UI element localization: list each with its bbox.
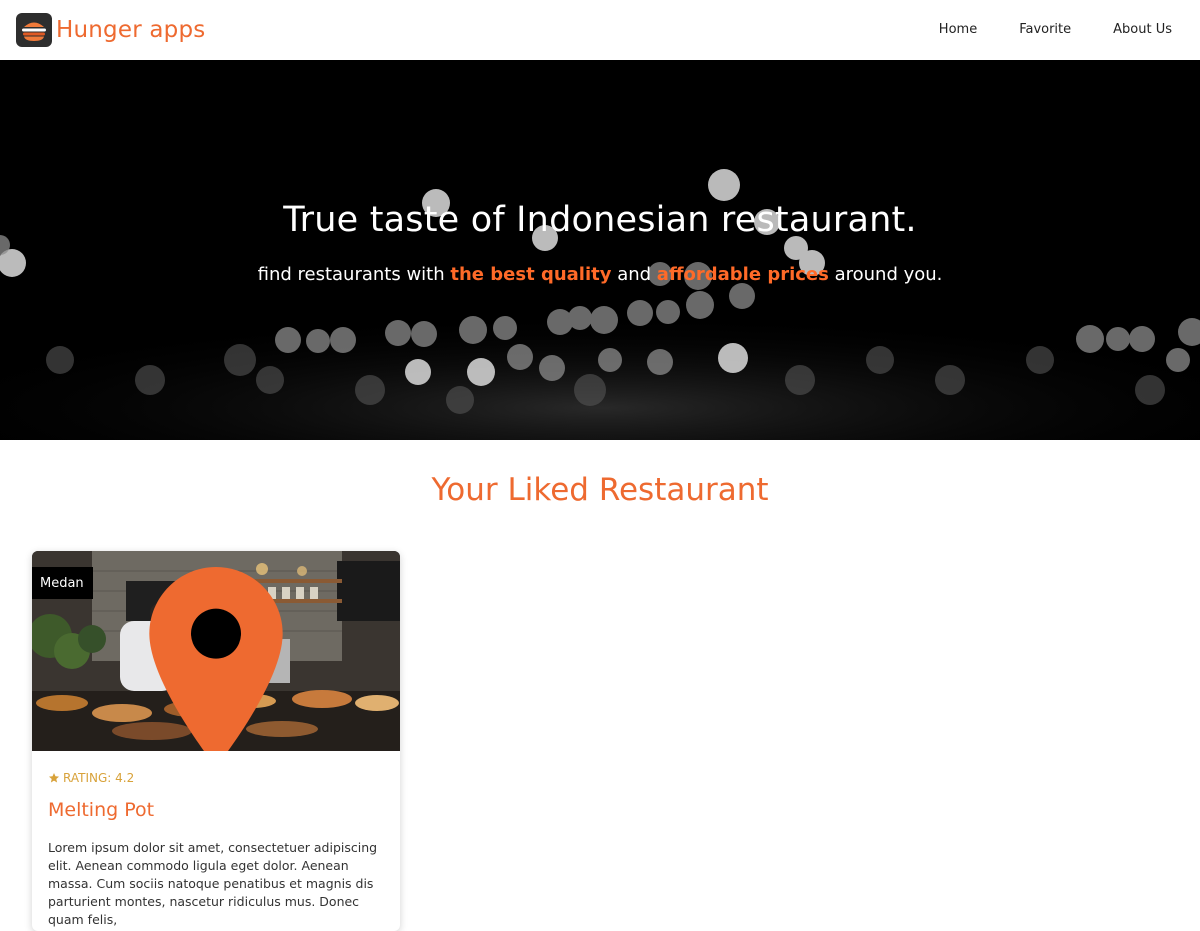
app-header: Hunger apps Home Favorite About Us — [0, 0, 1200, 60]
hero-title: True taste of Indonesian restaurant. — [283, 200, 917, 240]
restaurant-card[interactable]: Medan RATING: 4.2 Melting Pot Lorem ipsu… — [32, 551, 400, 931]
star-icon — [49, 773, 59, 783]
rating-label: RATING: 4.2 — [63, 771, 135, 785]
tagline-text: around you. — [828, 264, 943, 285]
brand-name: Hunger apps — [56, 17, 206, 43]
tagline-text: find restaurants with — [257, 264, 451, 285]
restaurant-name[interactable]: Melting Pot — [48, 799, 384, 821]
nav-about-us-link[interactable]: About Us — [1092, 0, 1172, 60]
card-body: RATING: 4.2 Melting Pot Lorem ipsum dolo… — [32, 751, 400, 929]
tagline-highlight-quality: the best quality — [450, 264, 612, 285]
main-nav: Home Favorite About Us — [918, 0, 1172, 60]
section-title: Your Liked Restaurant — [431, 472, 769, 508]
tagline-text: and — [611, 264, 657, 285]
tagline-highlight-prices: affordable prices — [656, 264, 829, 285]
rating: RATING: 4.2 — [48, 771, 384, 785]
location-pin-icon — [149, 567, 283, 751]
burger-logo-icon — [16, 13, 52, 47]
hero-section: True taste of Indonesian restaurant. fin… — [0, 60, 1200, 440]
nav-favorite-link[interactable]: Favorite — [998, 0, 1092, 60]
hero-text: True taste of Indonesian restaurant. fin… — [0, 200, 1200, 285]
nav-home-link[interactable]: Home — [918, 0, 998, 60]
hero-tagline: find restaurants with the best quality a… — [0, 264, 1200, 285]
restaurant-description: Lorem ipsum dolor sit amet, consectetuer… — [48, 840, 378, 927]
city-badge: Medan — [32, 567, 283, 751]
brand-link[interactable]: Hunger apps — [16, 13, 205, 47]
restaurant-image: Medan — [32, 551, 400, 751]
